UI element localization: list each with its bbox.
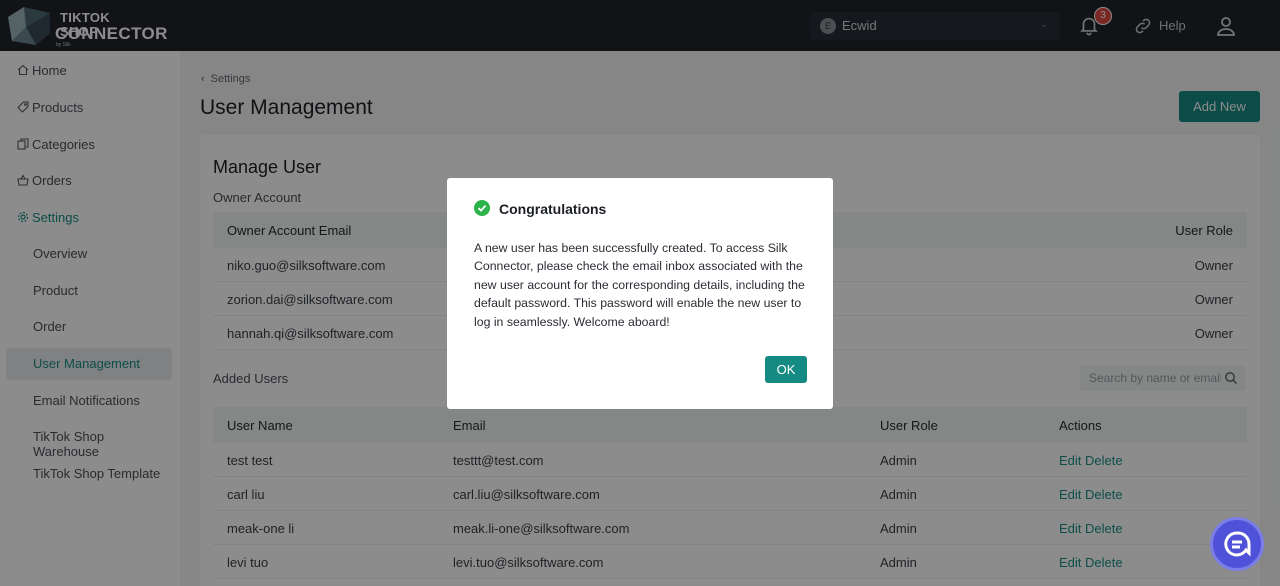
check-circle-icon bbox=[474, 200, 490, 216]
dialog-title: Congratulations bbox=[499, 201, 607, 217]
chat-button[interactable] bbox=[1210, 517, 1264, 571]
success-dialog: Congratulations A new user has been succ… bbox=[447, 178, 833, 409]
ok-button[interactable]: OK bbox=[765, 356, 807, 383]
chat-icon bbox=[1224, 531, 1251, 557]
dialog-message: A new user has been successfully created… bbox=[474, 241, 805, 329]
